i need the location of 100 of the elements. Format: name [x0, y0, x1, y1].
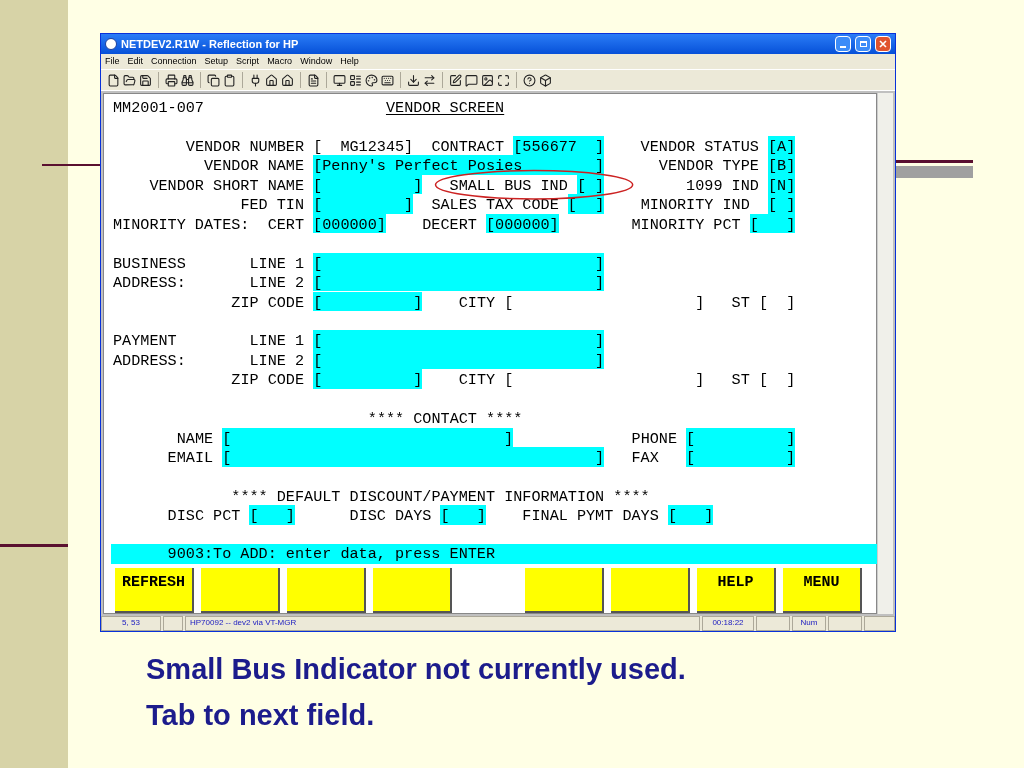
- maximize-button[interactable]: [855, 36, 871, 52]
- function-key[interactable]: [201, 568, 280, 613]
- function-key[interactable]: HELP: [697, 568, 776, 613]
- function-key[interactable]: [525, 568, 604, 613]
- input-field[interactable]: [000000]: [313, 213, 386, 234]
- folder-icon[interactable]: [123, 73, 136, 87]
- copy-icon[interactable]: [207, 73, 220, 87]
- menu-item[interactable]: Window: [300, 54, 333, 69]
- menu-item[interactable]: Connection: [151, 54, 197, 69]
- field-label: MINORITY PCT: [631, 214, 741, 234]
- minimize-button[interactable]: [835, 36, 851, 52]
- plug-icon[interactable]: [249, 73, 262, 87]
- field-label: PHONE: [631, 428, 677, 448]
- input-field[interactable]: [ ]: [567, 194, 605, 214]
- input-field[interactable]: [ ]: [758, 369, 796, 389]
- input-field[interactable]: [ ]: [313, 252, 605, 273]
- input-field[interactable]: [ ]: [758, 291, 796, 311]
- palette-icon[interactable]: [365, 73, 378, 87]
- input-field[interactable]: [ ]: [313, 194, 414, 214]
- input-field[interactable]: [ ]: [667, 505, 714, 525]
- status-cell: HP70092 -- dev2 via VT-MGR: [185, 616, 700, 631]
- expand-icon[interactable]: [497, 73, 510, 87]
- field-label: LINE 1: [249, 331, 305, 350]
- status-cell: [756, 616, 790, 631]
- field-label: MM2001-007: [113, 98, 204, 117]
- menu-item[interactable]: File: [105, 54, 120, 69]
- caption-line: Tab to next field.: [146, 698, 376, 733]
- status-cell: [864, 616, 895, 631]
- status-cell: [828, 616, 862, 631]
- input-field[interactable]: [ ]: [222, 427, 514, 448]
- input-field[interactable]: [ ]: [749, 213, 796, 234]
- field-label: MINORITY DATES:: [113, 214, 250, 234]
- status-message: 9003:To ADD: enter data, press ENTER: [167, 543, 496, 565]
- menu-item[interactable]: Script: [236, 54, 260, 69]
- clipboard-icon[interactable]: [223, 73, 236, 87]
- input-field[interactable]: [ ]: [313, 174, 423, 195]
- help-icon[interactable]: [523, 73, 536, 87]
- status-cell: 00:18:22: [702, 616, 754, 631]
- input-field[interactable]: [Penny's Perfect Posies ]: [313, 155, 605, 175]
- input-field[interactable]: [ ]: [222, 447, 605, 467]
- input-field[interactable]: [ ]: [504, 369, 705, 389]
- function-key[interactable]: [611, 568, 690, 613]
- input-field[interactable]: [556677 ]: [513, 135, 605, 156]
- field-label: BUSINESS: [113, 253, 186, 273]
- house-icon[interactable]: [265, 73, 278, 87]
- field-label: ADDRESS:: [113, 350, 186, 370]
- field-label: CERT: [267, 214, 304, 234]
- input-field[interactable]: [N]: [767, 174, 796, 195]
- input-field[interactable]: [000000]: [485, 213, 559, 234]
- file-icon[interactable]: [107, 73, 120, 87]
- scrollbar[interactable]: [877, 93, 893, 614]
- status-cell: Num: [792, 616, 826, 631]
- field-label: FINAL PYMT DAYS: [522, 506, 659, 525]
- input-field[interactable]: [ ]: [313, 291, 423, 311]
- arrows-icon[interactable]: [423, 73, 436, 87]
- input-field[interactable]: [ ]: [313, 369, 423, 389]
- function-key[interactable]: [373, 568, 452, 613]
- input-field[interactable]: [ ]: [313, 349, 605, 370]
- field-label: LINE 2: [249, 273, 305, 292]
- monitor-icon[interactable]: [333, 73, 346, 87]
- field-label: ADDRESS:: [113, 273, 186, 292]
- caption-line: Small Bus Indicator not currently used.: [146, 652, 687, 687]
- input-field[interactable]: [ ]: [686, 427, 796, 448]
- input-field[interactable]: [ ]: [440, 505, 486, 525]
- house-icon[interactable]: [281, 73, 294, 87]
- cube-icon[interactable]: [539, 73, 552, 87]
- window-title: NETDEV2.R1W - Reflection for HP: [121, 36, 299, 52]
- field-label: LINE 2: [249, 350, 305, 370]
- field-label: EMAIL: [167, 448, 214, 467]
- input-field[interactable]: [ MG12345]: [313, 135, 414, 156]
- input-field[interactable]: [B]: [767, 155, 796, 175]
- keyboard-icon[interactable]: [381, 73, 394, 87]
- menu-item[interactable]: Macro: [267, 54, 293, 69]
- input-field[interactable]: [ ]: [249, 505, 295, 525]
- menu-item[interactable]: Setup: [204, 54, 229, 69]
- input-field[interactable]: [ ]: [504, 291, 705, 311]
- menu-item[interactable]: Edit: [127, 54, 144, 69]
- field-label: ZIP CODE: [231, 370, 305, 389]
- list-icon[interactable]: [349, 73, 362, 87]
- function-key[interactable]: REFRESH: [115, 568, 194, 613]
- input-field[interactable]: [ ]: [313, 272, 605, 292]
- close-button[interactable]: [875, 36, 891, 52]
- edit-icon[interactable]: [449, 73, 462, 87]
- document-icon[interactable]: [307, 73, 320, 87]
- binoculars-icon[interactable]: [181, 73, 194, 87]
- field-label: DISC PCT: [167, 506, 241, 525]
- field-label: LINE 1: [249, 253, 305, 273]
- input-field[interactable]: [ ]: [313, 330, 605, 350]
- menu-item[interactable]: Help: [340, 54, 359, 69]
- printer-icon[interactable]: [165, 73, 178, 87]
- input-field[interactable]: [ ]: [686, 447, 796, 467]
- message-icon[interactable]: [465, 73, 478, 87]
- image-icon[interactable]: [481, 73, 494, 87]
- input-field[interactable]: [A]: [767, 135, 796, 156]
- function-key[interactable]: [287, 568, 366, 613]
- field-label: VENDOR NUMBER: [185, 136, 305, 156]
- input-field[interactable]: [ ]: [767, 194, 796, 214]
- function-key[interactable]: MENU: [783, 568, 862, 613]
- download-icon[interactable]: [407, 73, 420, 87]
- app-logo-icon: [105, 38, 117, 50]
